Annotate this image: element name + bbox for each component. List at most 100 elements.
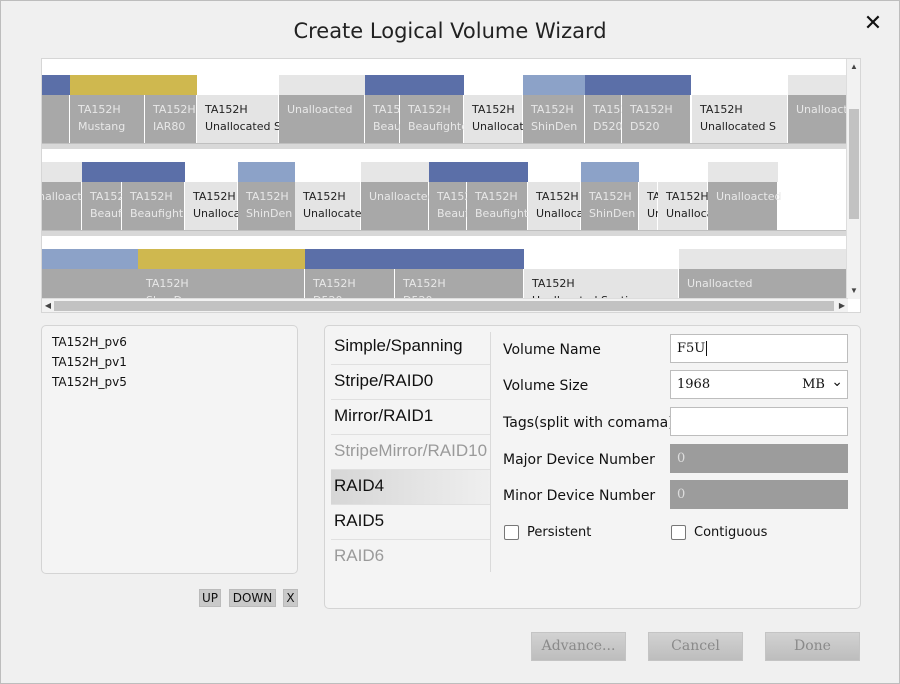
raid-type-simple-spanning[interactable]: Simple/Spanning [331,330,491,365]
volume-segment[interactable]: TA152H ShinDen [238,162,296,230]
segment-label: TA152H [78,103,121,116]
volume-segment[interactable]: TA152 Beauf [82,162,125,230]
segment-color-bar [42,162,82,182]
segment-color-bar [70,75,145,95]
create-logical-volume-dialog: Create Logical Volume Wizard ✕ H TA152H Mu… [0,0,900,684]
segment-body: TA152HUnallocated [639,182,712,230]
list-item[interactable]: TA152H_pv6 [52,332,287,352]
close-icon[interactable]: ✕ [863,13,883,35]
unallocated-segment[interactable]: Unalloacted [708,162,781,230]
segment-label: TA152H [403,277,446,290]
scroll-thumb[interactable] [54,301,834,311]
segment-label: TA152H [313,277,356,290]
volume-segment[interactable]: TA152H Beaufi [365,75,416,143]
volume-segment[interactable]: TA152H Unallocate [464,75,530,143]
volume-segment[interactable]: TA152H Beaufighte [400,75,468,143]
segment-color-bar [464,75,523,95]
volume-segment[interactable]: TA152H Unallocated S [197,75,281,143]
raid-type-list: Simple/Spanning Stripe/RAID0 Mirror/RAID… [331,330,491,575]
scroll-up-icon[interactable]: ▲ [847,61,860,73]
list-item[interactable]: TA152H_pv5 [52,372,287,392]
volume-segment[interactable]: TA152H ShinDen [581,162,639,230]
volume-size-label: Volume Size [503,378,589,394]
volume-map-row: HTA152HMustangTA152HIAR80TA152HUnallocat… [42,75,860,143]
raid-type-stripe-raid0[interactable]: Stripe/RAID0 [331,365,491,400]
segment-color-bar [295,162,361,182]
volume-segment[interactable]: TA152H Unalloca [185,162,240,230]
segment-body: TA152H Beaufighte [400,95,468,143]
raid-type-mirror-raid1[interactable]: Mirror/RAID1 [331,400,491,435]
segment-body: TA152HUnallocated [295,182,368,230]
volume-segment[interactable]: H [42,75,70,143]
segment-body: TA152H IAR80 [145,95,197,143]
segment-label: TA152 [90,190,125,203]
segment-body: TA152H Unallocate [464,95,530,143]
raid-type-raid5[interactable]: RAID5 [331,505,491,540]
volume-segment[interactable]: TA152H Unalloca [528,162,583,230]
done-button[interactable]: Done [765,632,860,661]
volume-segment[interactable]: TA152HUnallocated [639,162,712,230]
unallocated-segment[interactable]: Unalloacted [361,162,434,230]
volume-segment[interactable]: TA152 Beauf [429,162,471,230]
major-device-number-label: Major Device Number [503,452,655,468]
remove-button[interactable]: X [283,589,298,607]
down-button[interactable]: DOWN [229,589,276,607]
advance-button[interactable]: Advance... [531,632,626,661]
segment-label: TA152H [475,190,518,203]
volume-segment[interactable]: TA152H IAR80 [145,75,197,143]
cancel-button[interactable]: Cancel [648,632,743,661]
volume-segment[interactable]: TA152H Beaufight [467,162,528,230]
volume-name-field[interactable]: F5U [670,334,848,363]
volume-segment[interactable]: TA152H Mustang [70,75,145,143]
segment-sublabel: Beaufight [130,207,184,220]
segment-color-bar [365,75,400,95]
unallocated-segment[interactable]: Unalloacted [279,75,365,143]
segment-body: TA152H Unallocated S [197,95,281,143]
volume-segment[interactable]: TA152H D520 [622,75,691,143]
list-item[interactable]: TA152H_pv1 [52,352,287,372]
volume-segment[interactable]: TA152HD520 [585,75,636,143]
segment-color-bar [622,75,691,95]
scroll-right-icon[interactable]: ▶ [836,299,848,312]
segment-label: TA152H [408,103,451,116]
volume-segment[interactable]: TA152H ShinDen [523,75,585,143]
persistent-checkbox[interactable] [504,525,519,540]
scroll-thumb[interactable] [849,109,859,219]
segment-label: TA152H [246,190,289,203]
volume-size-unit-select[interactable]: MB [802,377,825,392]
contiguous-checkbox[interactable] [671,525,686,540]
map-vertical-scrollbar[interactable]: ▲ ▼ [846,59,860,299]
segment-sublabel: Unallocate [472,120,531,133]
volume-size-field[interactable]: 1968 MB ⌄ [670,370,848,399]
segment-sublabel: ShinDen [246,207,293,220]
raid-type-raid4[interactable]: RAID4 [331,470,491,505]
up-button[interactable]: UP [199,589,221,607]
segment-label: TA152H [630,103,673,116]
segment-color-bar [238,162,296,182]
segment-body: Unalloacted [708,182,781,230]
segment-sublabel: D520 [630,120,660,133]
segment-body: TA152 Beauf [82,182,125,230]
volume-segment[interactable]: TA152H Unallocated S [692,75,788,143]
scroll-down-icon[interactable]: ▼ [847,285,860,297]
segment-sublabel: ShinDen [531,120,578,133]
map-horizontal-scrollbar[interactable]: ◀ ▶ [42,298,848,312]
volume-segment[interactable]: TA152HUnallocated [658,162,731,230]
segment-label: TA152H [536,190,579,203]
segment-sublabel: Beaufight [475,207,529,220]
segment-label: TA152H [205,103,248,116]
chevron-down-icon[interactable]: ⌄ [831,374,843,390]
segment-color-bar [679,249,848,269]
volume-segment[interactable]: TA152HUnallocated [295,162,368,230]
segment-body: Unalloacted [361,182,434,230]
unallocated-segment[interactable]: Unalloacted [42,162,95,230]
volume-segment[interactable]: TA152H Beaufight [122,162,185,230]
scroll-left-icon[interactable]: ◀ [42,299,54,312]
segment-body: TA152H Beaufi [365,95,416,143]
segment-color-bar [524,249,679,269]
segment-label: TA152H [589,190,632,203]
segment-body: Unalloacted [42,182,95,230]
segment-label: TA152H [531,103,574,116]
tags-field[interactable] [670,407,848,436]
volume-name-label: Volume Name [503,342,601,358]
